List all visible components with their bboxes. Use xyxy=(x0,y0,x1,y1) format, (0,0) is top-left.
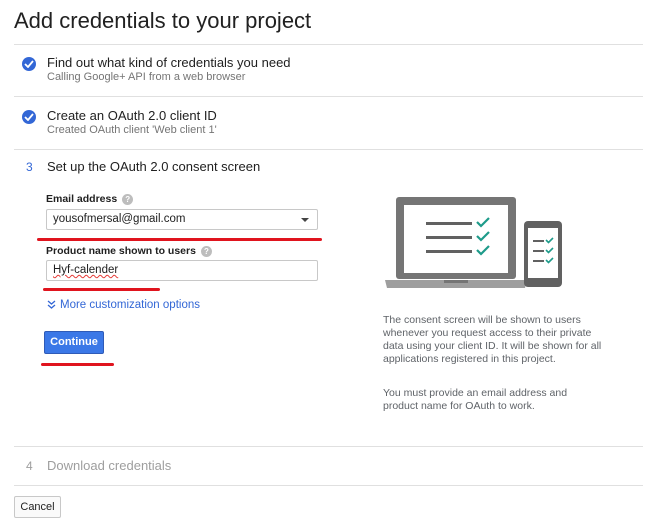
check-icon xyxy=(22,110,36,124)
page-title: Add credentials to your project xyxy=(14,8,312,33)
product-name-label: Product name shown to users? xyxy=(46,245,212,257)
divider xyxy=(14,44,643,45)
email-label: Email address? xyxy=(46,193,134,205)
cancel-button[interactable]: Cancel xyxy=(14,496,61,518)
divider xyxy=(14,96,643,97)
step-subtitle: Created OAuth client 'Web client 1' xyxy=(47,124,217,136)
email-select[interactable]: yousofmersal@gmail.com xyxy=(46,209,318,230)
consent-info-text: The consent screen will be shown to user… xyxy=(383,314,602,365)
double-chevron-down-icon xyxy=(47,300,56,309)
annotation-underline xyxy=(37,238,322,241)
product-name-value: Hyf-calender xyxy=(53,264,119,276)
step-subtitle: Calling Google+ API from a web browser xyxy=(47,71,246,83)
product-name-input[interactable]: Hyf-calender xyxy=(46,260,318,281)
email-label-text: Email address xyxy=(46,193,118,205)
caret-down-icon xyxy=(301,218,309,222)
requirement-info-text: You must provide an email address and pr… xyxy=(383,387,568,412)
step-title: Find out what kind of credentials you ne… xyxy=(47,55,291,70)
step-title: Create an OAuth 2.0 client ID xyxy=(47,108,217,123)
check-icon xyxy=(22,57,36,71)
consent-screen-illustration xyxy=(385,197,562,288)
more-customization-text: More customization options xyxy=(60,299,200,311)
divider xyxy=(14,149,643,150)
step-number: 3 xyxy=(26,160,33,174)
help-icon[interactable]: ? xyxy=(122,194,134,205)
continue-button[interactable]: Continue xyxy=(44,331,104,354)
annotation-underline xyxy=(43,288,160,291)
step-number: 4 xyxy=(26,459,33,473)
product-name-label-text: Product name shown to users xyxy=(46,245,196,257)
step-title: Set up the OAuth 2.0 consent screen xyxy=(47,159,261,174)
email-select-value: yousofmersal@gmail.com xyxy=(53,213,186,225)
step-title: Download credentials xyxy=(47,458,172,473)
more-customization-link[interactable]: More customization options xyxy=(47,299,200,311)
divider xyxy=(14,485,643,486)
annotation-underline xyxy=(41,363,114,366)
divider xyxy=(14,446,643,447)
help-icon[interactable]: ? xyxy=(200,246,212,257)
